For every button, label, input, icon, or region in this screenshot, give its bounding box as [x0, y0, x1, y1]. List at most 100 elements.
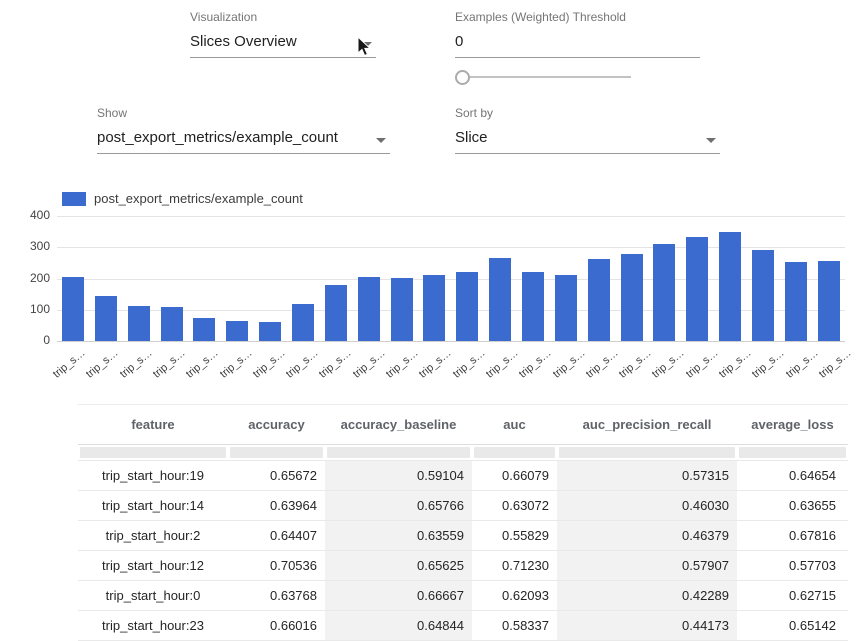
column-header[interactable]: feature	[78, 405, 228, 445]
metric-cell: 0.65672	[228, 461, 325, 491]
feature-cell: trip_start_hour:0	[78, 581, 228, 611]
x-tick-label: trip_s…	[761, 344, 783, 386]
bar[interactable]	[423, 275, 445, 341]
bar[interactable]	[161, 307, 183, 341]
x-tick-label: trip_s…	[495, 344, 517, 386]
threshold-input[interactable]: 0	[455, 31, 700, 58]
metrics-table: featureaccuracyaccuracy_baselineaucauc_p…	[78, 404, 848, 641]
metric-cell: 0.63768	[228, 581, 325, 611]
metric-cell: 0.63964	[228, 491, 325, 521]
filter-cell	[472, 445, 557, 461]
dropdown-arrow-icon[interactable]	[706, 138, 716, 143]
bar[interactable]	[128, 306, 150, 341]
table-row: trip_start_hour:140.639640.657660.630720…	[78, 491, 848, 521]
y-tick-label: 200	[16, 271, 50, 285]
legend-swatch	[62, 192, 86, 206]
column-header[interactable]: accuracy_baseline	[325, 405, 472, 445]
table-filter-row	[78, 445, 848, 461]
x-tick-label: trip_s…	[95, 344, 117, 386]
visualization-label: Visualization	[190, 10, 376, 24]
bar[interactable]	[292, 304, 314, 342]
gridline	[57, 341, 845, 342]
bar[interactable]	[226, 321, 248, 341]
x-tick-label: trip_s…	[162, 344, 184, 386]
visualization-value[interactable]: Slices Overview	[190, 31, 376, 58]
bar[interactable]	[358, 277, 380, 341]
bar[interactable]	[719, 232, 741, 341]
show-selected-text: post_export_metrics/example_count	[97, 129, 338, 146]
metric-cell: 0.65766	[325, 491, 472, 521]
bar[interactable]	[555, 275, 577, 341]
dropdown-arrow-icon[interactable]	[362, 42, 372, 47]
metric-cell: 0.67816	[737, 521, 848, 551]
slider-track[interactable]	[455, 76, 631, 78]
filter-cell	[557, 445, 737, 461]
bar[interactable]	[193, 318, 215, 341]
x-tick-label: trip_s…	[828, 344, 850, 386]
threshold-slider[interactable]	[455, 69, 631, 85]
x-tick-label: trip_s…	[328, 344, 350, 386]
metric-cell: 0.71230	[472, 551, 557, 581]
metric-cell: 0.70536	[228, 551, 325, 581]
table-row: trip_start_hour:120.705360.656250.712300…	[78, 551, 848, 581]
y-tick-label: 300	[16, 239, 50, 253]
slider-knob[interactable]	[455, 70, 470, 85]
x-tick-label: trip_s…	[129, 344, 151, 386]
y-tick-label: 0	[16, 333, 50, 347]
table-row: trip_start_hour:20.644070.635590.558290.…	[78, 521, 848, 551]
sort-by-value[interactable]: Slice	[455, 127, 720, 154]
show-value[interactable]: post_export_metrics/example_count	[97, 127, 390, 154]
legend-label: post_export_metrics/example_count	[94, 191, 303, 206]
y-axis: 0100200300400	[16, 216, 50, 341]
x-tick-label: trip_s…	[628, 344, 650, 386]
bar[interactable]	[621, 254, 643, 341]
x-tick-label: trip_s…	[62, 344, 84, 386]
metric-cell: 0.66667	[325, 581, 472, 611]
x-tick-label: trip_s…	[462, 344, 484, 386]
metric-cell: 0.55829	[472, 521, 557, 551]
metric-cell: 0.59104	[325, 461, 472, 491]
show-dropdown[interactable]: Show post_export_metrics/example_count	[97, 106, 390, 154]
bar[interactable]	[325, 285, 347, 341]
threshold-field[interactable]: Examples (Weighted) Threshold 0	[455, 10, 700, 58]
x-tick-label: trip_s…	[262, 344, 284, 386]
x-tick-label: trip_s…	[695, 344, 717, 386]
bar[interactable]	[391, 278, 413, 341]
bar[interactable]	[818, 261, 840, 341]
bar[interactable]	[522, 272, 544, 341]
metric-cell: 0.65625	[325, 551, 472, 581]
bar[interactable]	[588, 259, 610, 341]
sort-by-selected-text: Slice	[455, 129, 488, 146]
column-header[interactable]: auc	[472, 405, 557, 445]
metric-cell: 0.57907	[557, 551, 737, 581]
x-tick-label: trip_s…	[795, 344, 817, 386]
bar[interactable]	[489, 258, 511, 341]
x-tick-label: trip_s…	[395, 344, 417, 386]
bar[interactable]	[456, 272, 478, 341]
bar[interactable]	[752, 250, 774, 341]
bar[interactable]	[95, 296, 117, 341]
bar[interactable]	[686, 237, 708, 341]
bar[interactable]	[62, 277, 84, 341]
column-header[interactable]: auc_precision_recall	[557, 405, 737, 445]
x-tick-label: trip_s…	[595, 344, 617, 386]
table-body: trip_start_hour:190.656720.591040.660790…	[78, 445, 848, 641]
sort-by-label: Sort by	[455, 106, 720, 120]
metric-cell: 0.57703	[737, 551, 848, 581]
bars	[57, 216, 845, 341]
y-tick-label: 100	[16, 302, 50, 316]
sort-by-dropdown[interactable]: Sort by Slice	[455, 106, 720, 154]
visualization-dropdown[interactable]: Visualization Slices Overview	[190, 10, 376, 58]
bar[interactable]	[653, 244, 675, 342]
dropdown-arrow-icon[interactable]	[376, 138, 386, 143]
x-axis-labels: trip_s… trip_s… trip_s… trip_s… trip_s… trip_…	[57, 344, 855, 386]
bar[interactable]	[785, 262, 807, 341]
metric-cell: 0.63072	[472, 491, 557, 521]
bar[interactable]	[259, 322, 281, 341]
x-tick-label: trip_s…	[362, 344, 384, 386]
column-header[interactable]: accuracy	[228, 405, 325, 445]
filter-cell	[325, 445, 472, 461]
column-header[interactable]: average_loss	[737, 405, 848, 445]
table-row: trip_start_hour:190.656720.591040.660790…	[78, 461, 848, 491]
x-tick-label: trip_s…	[195, 344, 217, 386]
